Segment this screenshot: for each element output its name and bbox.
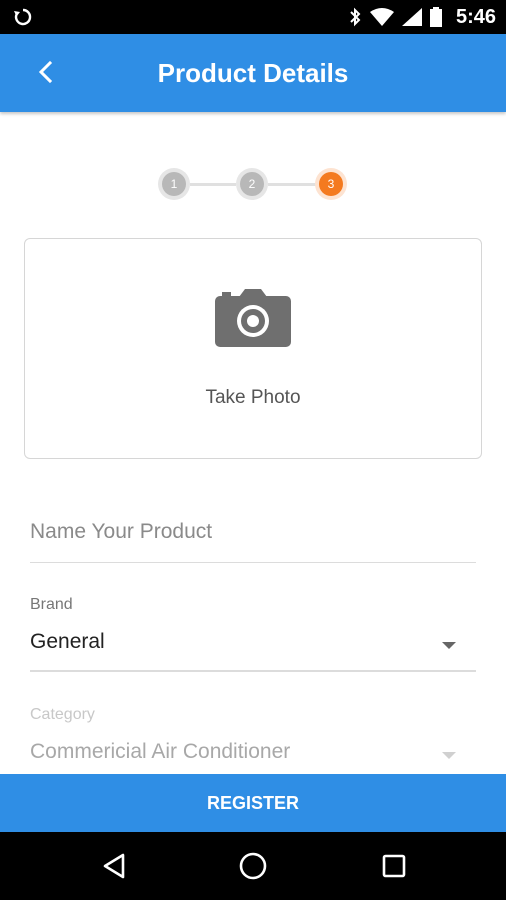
page-title: Product Details — [157, 58, 349, 88]
dropdown-arrow-icon — [442, 752, 456, 759]
product-name-input[interactable]: Name Your Product — [30, 520, 476, 563]
category-label: Category — [30, 706, 95, 723]
step-connector — [190, 183, 236, 186]
camera-icon — [215, 289, 291, 347]
step-connector — [268, 183, 316, 186]
progress-stepper: 1 2 3 — [0, 165, 506, 205]
step-2-number: 2 — [240, 172, 264, 196]
dropdown-arrow-icon — [442, 642, 456, 649]
product-name-placeholder: Name Your Product — [30, 520, 213, 543]
app-bar: Product Details — [0, 34, 506, 112]
nav-back-button[interactable] — [98, 850, 130, 882]
nav-home-button[interactable] — [237, 850, 269, 882]
recents-square-icon — [382, 854, 406, 878]
category-value: Commericial Air Conditioner — [30, 740, 291, 763]
status-time: 5:46 — [455, 5, 496, 28]
battery-icon — [429, 7, 442, 27]
status-bar: 5:46 — [0, 0, 506, 34]
step-1-number: 1 — [162, 172, 186, 196]
step-3-number: 3 — [319, 172, 343, 196]
take-photo-button[interactable]: Take Photo — [24, 238, 482, 459]
brand-select[interactable]: General — [30, 630, 476, 672]
system-nav-bar — [0, 832, 506, 900]
bluetooth-icon — [350, 7, 361, 27]
register-button[interactable]: REGISTER — [0, 774, 506, 832]
wifi-icon — [369, 8, 394, 26]
step-2: 2 — [236, 168, 268, 200]
category-select[interactable]: Commericial Air Conditioner — [30, 740, 476, 774]
step-3-active: 3 — [315, 168, 347, 200]
step-1: 1 — [158, 168, 190, 200]
home-circle-icon — [239, 852, 267, 880]
status-icons: 5:46 — [348, 6, 496, 28]
cell-signal-icon — [401, 8, 422, 26]
brand-value: General — [30, 630, 105, 653]
nav-recents-button[interactable] — [378, 850, 410, 882]
back-triangle-icon — [103, 853, 125, 879]
take-photo-label: Take Photo — [205, 387, 301, 408]
sync-icon — [12, 7, 34, 27]
brand-label: Brand — [30, 596, 73, 613]
